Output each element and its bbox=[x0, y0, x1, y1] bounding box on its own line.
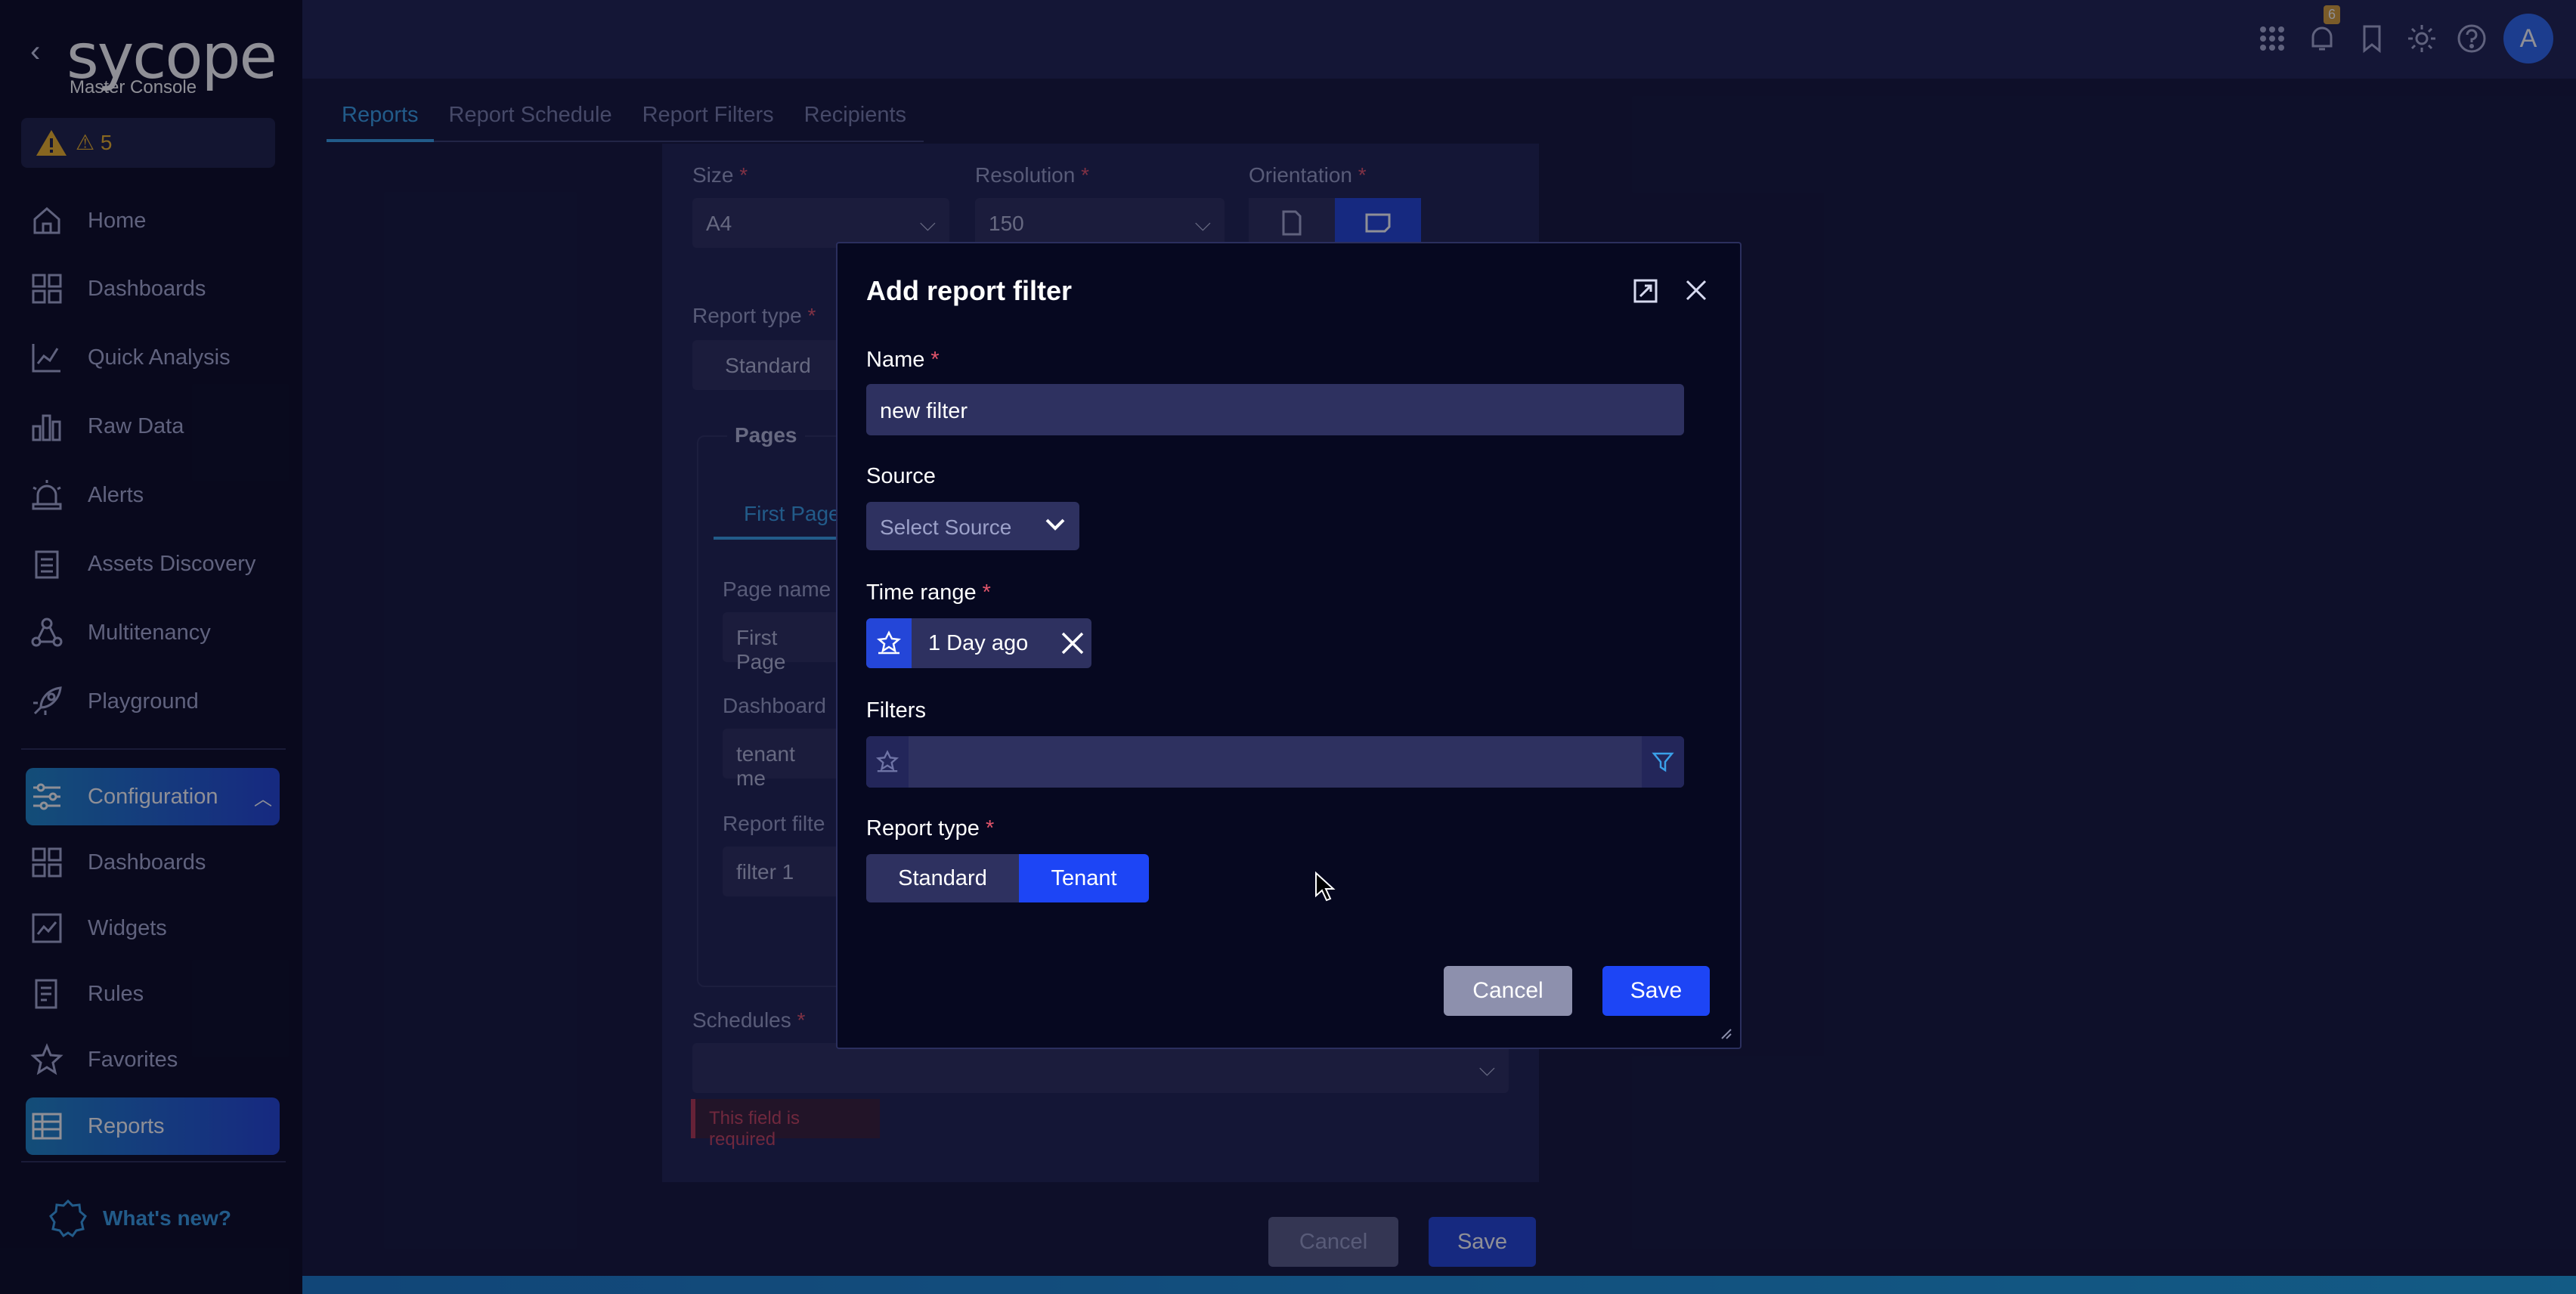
resize-handle-icon[interactable] bbox=[1720, 1028, 1732, 1040]
clear-time-range-icon[interactable] bbox=[1054, 630, 1091, 656]
filter-favorite-icon[interactable] bbox=[866, 736, 909, 788]
filters-input[interactable] bbox=[866, 736, 1684, 788]
source-label: Source bbox=[866, 464, 936, 488]
time-range-icon[interactable] bbox=[866, 618, 912, 668]
report-type-toggle: Standard Tenant bbox=[866, 854, 1149, 902]
time-range-label: Time range * bbox=[866, 580, 991, 605]
time-range-value: 1 Day ago bbox=[928, 630, 1029, 655]
mouse-cursor-icon bbox=[1315, 871, 1336, 902]
filter-funnel-icon[interactable] bbox=[1642, 736, 1684, 788]
dialog-save-button[interactable]: Save bbox=[1602, 966, 1710, 1016]
filters-label: Filters bbox=[866, 698, 926, 723]
report-type-label: Report type * bbox=[866, 816, 995, 840]
name-label: Name * bbox=[866, 348, 940, 372]
add-report-filter-dialog: Add report filter Name * new filter Sour… bbox=[836, 242, 1742, 1049]
source-select[interactable]: Select Source bbox=[866, 502, 1079, 550]
expand-icon[interactable] bbox=[1633, 278, 1658, 304]
close-icon[interactable] bbox=[1684, 278, 1708, 302]
name-input[interactable]: new filter bbox=[866, 384, 1684, 435]
report-type-standard-option[interactable]: Standard bbox=[866, 854, 1019, 902]
dialog-title: Add report filter bbox=[866, 275, 1073, 306]
report-type-tenant-option[interactable]: Tenant bbox=[1019, 854, 1149, 902]
dialog-cancel-button[interactable]: Cancel bbox=[1444, 966, 1572, 1016]
chevron-down-icon bbox=[1045, 519, 1065, 531]
time-range-chip[interactable]: 1 Day ago bbox=[866, 618, 1091, 668]
